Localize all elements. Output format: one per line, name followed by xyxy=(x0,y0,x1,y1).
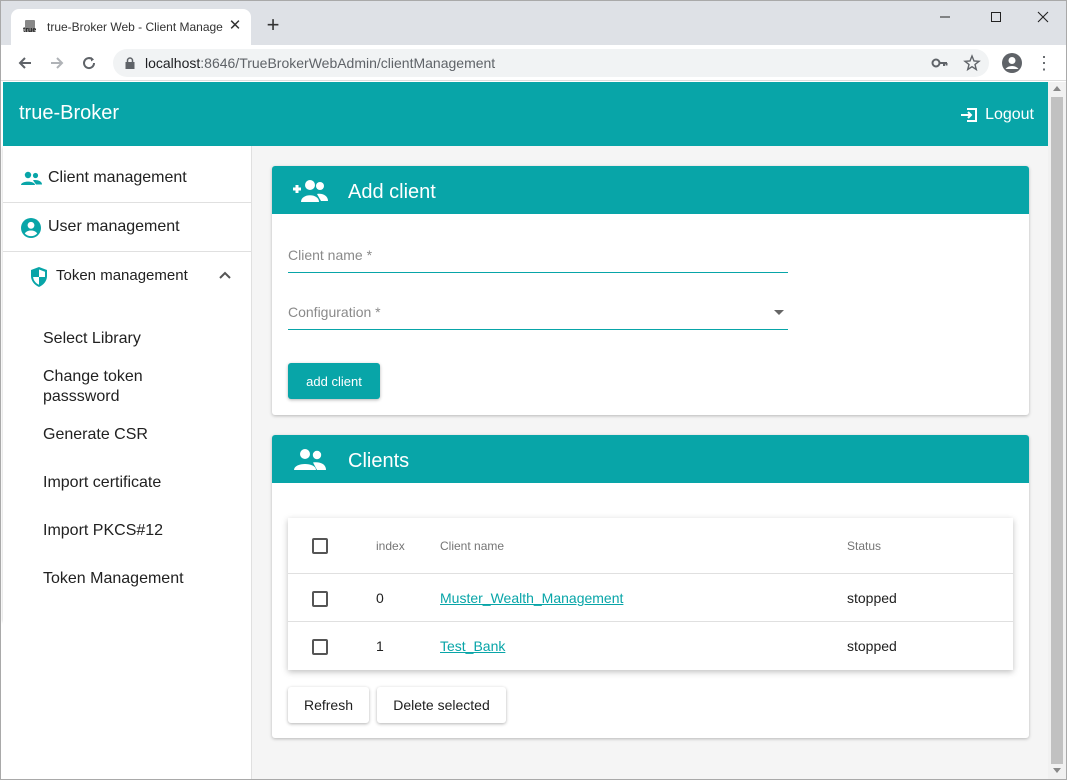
browser-titlebar: true true-Broker Web - Client Management… xyxy=(1,1,1066,45)
sidebar-empty-area xyxy=(3,620,252,779)
add-client-card: Add client Client name * Configuration *… xyxy=(272,166,1029,415)
table-header-row: index Client name Status xyxy=(288,518,1013,574)
tab-close-icon[interactable]: ✕ xyxy=(227,18,243,34)
sidebar-item-user-management[interactable]: User management xyxy=(3,203,251,252)
people-icon xyxy=(294,449,326,470)
reload-icon[interactable] xyxy=(77,51,101,75)
shield-icon xyxy=(31,267,47,287)
person-add-icon xyxy=(293,180,328,202)
clients-card: Clients index Client name Status 0 Muste… xyxy=(272,435,1029,738)
scroll-up-icon[interactable] xyxy=(1053,86,1061,91)
clients-card-header: Clients xyxy=(272,435,1029,483)
configuration-select[interactable]: Configuration * xyxy=(288,296,788,330)
clients-table: index Client name Status 0 Muster_Wealth… xyxy=(288,518,1013,670)
logout-label: Logout xyxy=(985,106,1034,123)
browser-window: true true-Broker Web - Client Management… xyxy=(0,0,1067,780)
refresh-button[interactable]: Refresh xyxy=(288,687,369,723)
minimize-button[interactable] xyxy=(925,5,965,29)
page-scrollbar[interactable] xyxy=(1048,82,1066,779)
add-client-title: Add client xyxy=(348,181,436,203)
address-bar[interactable]: localhost:8646/TrueBrokerWebAdmin/client… xyxy=(113,49,989,77)
kebab-menu-icon[interactable]: ⋮ xyxy=(1035,51,1053,75)
minimize-icon xyxy=(940,16,950,18)
row-index: 1 xyxy=(376,638,384,654)
sidebar-subitem-select-library[interactable]: Select Library xyxy=(43,329,223,349)
sidebar-item-label: Token management xyxy=(56,267,188,284)
star-icon[interactable] xyxy=(963,54,981,72)
svg-text:true: true xyxy=(23,27,36,34)
browser-tab[interactable]: true true-Broker Web - Client Management… xyxy=(11,9,251,45)
main-content: Add client Client name * Configuration *… xyxy=(252,146,1048,779)
tab-title: true-Broker Web - Client Management xyxy=(47,20,223,34)
app-header: true-Broker Logout xyxy=(3,82,1048,146)
people-icon xyxy=(21,171,42,185)
account-icon[interactable] xyxy=(1000,51,1024,75)
dropdown-arrow-icon xyxy=(774,310,784,315)
table-row: 0 Muster_Wealth_Management stopped xyxy=(288,574,1013,622)
sidebar-item-client-management[interactable]: Client management xyxy=(3,154,251,203)
account-circle-icon xyxy=(21,218,41,238)
delete-selected-button[interactable]: Delete selected xyxy=(377,687,506,723)
column-header-status[interactable]: Status xyxy=(847,539,881,553)
client-name-link[interactable]: Test_Bank xyxy=(440,638,505,654)
client-name-field[interactable]: Client name * xyxy=(288,239,788,273)
key-icon[interactable] xyxy=(931,54,949,72)
new-tab-button[interactable]: + xyxy=(263,14,283,36)
lock-icon xyxy=(125,57,135,69)
scroll-down-icon[interactable] xyxy=(1053,768,1061,773)
maximize-icon xyxy=(991,12,1001,22)
row-checkbox[interactable] xyxy=(312,591,328,607)
add-client-button[interactable]: add client xyxy=(288,363,380,399)
forward-arrow-icon[interactable] xyxy=(45,51,69,75)
sidebar-item-label: Client management xyxy=(48,169,187,186)
column-header-client-name[interactable]: Client name xyxy=(440,539,504,553)
maximize-button[interactable] xyxy=(976,5,1016,29)
browser-toolbar: localhost:8646/TrueBrokerWebAdmin/client… xyxy=(1,45,1066,81)
client-name-link[interactable]: Muster_Wealth_Management xyxy=(440,590,623,606)
close-window-button[interactable] xyxy=(1023,5,1063,29)
scrollbar-thumb[interactable] xyxy=(1051,97,1063,764)
sidebar-subitem-generate-csr[interactable]: Generate CSR xyxy=(43,425,223,445)
chevron-up-icon[interactable] xyxy=(213,264,237,288)
row-status: stopped xyxy=(847,638,897,654)
sidebar-subitem-import-pkcs12[interactable]: Import PKCS#12 xyxy=(43,521,223,541)
sidebar-item-token-management[interactable]: Token management xyxy=(3,252,251,300)
clients-title: Clients xyxy=(348,450,410,472)
configuration-placeholder: Configuration * xyxy=(288,304,381,320)
add-client-card-header: Add client xyxy=(272,166,1029,214)
logout-icon xyxy=(961,108,978,122)
client-name-placeholder: Client name * xyxy=(288,247,373,263)
app-title: true-Broker xyxy=(19,102,120,124)
sidebar-subitem-token-management[interactable]: Token Management xyxy=(43,569,223,589)
sidebar: Client management User management Token … xyxy=(3,146,252,620)
close-icon xyxy=(1037,11,1049,23)
row-checkbox[interactable] xyxy=(312,639,328,655)
favicon-icon: true xyxy=(23,20,36,34)
row-status: stopped xyxy=(847,590,897,606)
sidebar-item-label: User management xyxy=(48,218,180,235)
select-all-checkbox[interactable] xyxy=(312,538,328,554)
back-arrow-icon[interactable] xyxy=(13,51,37,75)
row-index: 0 xyxy=(376,590,384,606)
url-text: localhost:8646/TrueBrokerWebAdmin/client… xyxy=(145,55,496,71)
table-row: 1 Test_Bank stopped xyxy=(288,622,1013,670)
sidebar-subitem-change-token-password[interactable]: Change token passsword xyxy=(43,367,193,407)
logout-button[interactable]: Logout xyxy=(959,104,1034,126)
sidebar-subitem-import-certificate[interactable]: Import certificate xyxy=(43,473,223,493)
column-header-index[interactable]: index xyxy=(376,539,405,553)
